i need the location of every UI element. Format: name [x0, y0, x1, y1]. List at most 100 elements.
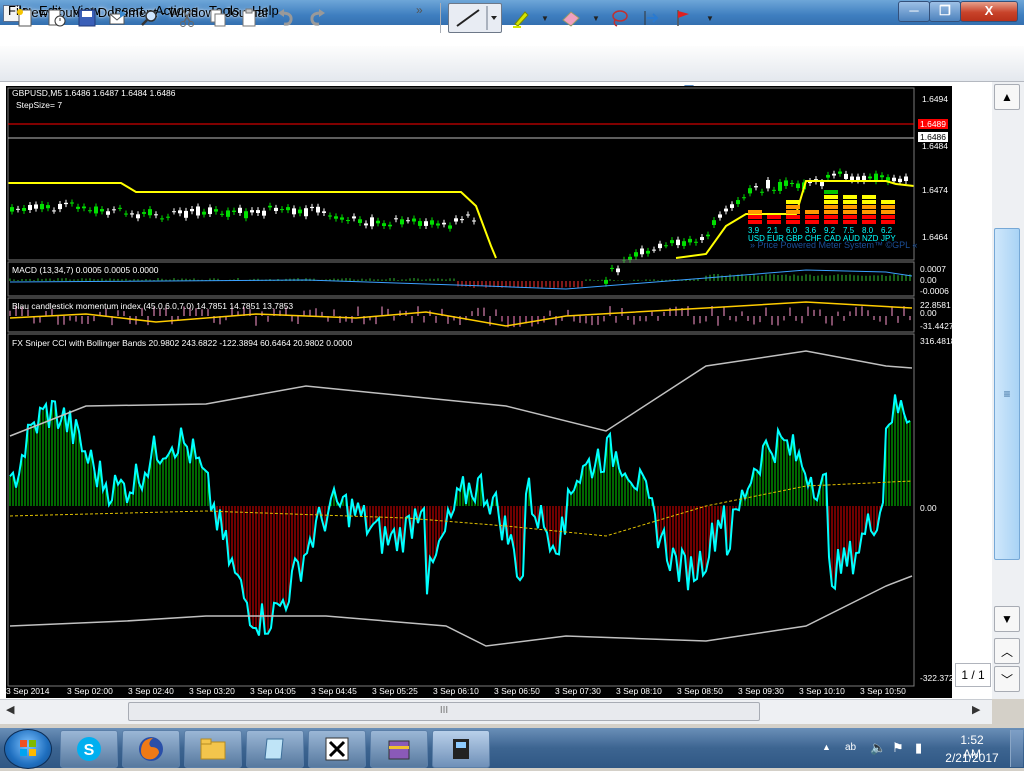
candle-body: [382, 223, 386, 227]
bollinger-upper: [9, 350, 913, 437]
start-button[interactable]: [4, 729, 52, 769]
taskbar-metatrader[interactable]: [432, 730, 490, 768]
cci-tick-3: -322.3726: [920, 673, 959, 683]
highlighter-icon[interactable]: [508, 5, 534, 31]
scroll-down-arrow-icon[interactable]: ▼: [994, 606, 1020, 632]
candle-body: [742, 197, 746, 199]
taskbar-explorer[interactable]: [184, 730, 242, 768]
time-tick: 3 Sep 04:05: [250, 686, 296, 696]
cut-icon[interactable]: [174, 5, 200, 31]
blau-tick-3: -31.4427: [920, 321, 954, 331]
blau-tick-2: 0.00: [920, 308, 937, 318]
new-from-template-icon[interactable]: [43, 5, 69, 31]
candle-body: [466, 214, 470, 216]
maximize-button[interactable]: ❐: [929, 1, 961, 22]
meter-bar-segment: [786, 200, 800, 204]
candle-body: [166, 216, 170, 218]
candle-body: [10, 207, 14, 212]
taskbar-firefox[interactable]: [122, 730, 180, 768]
candle-body: [616, 268, 620, 273]
taskbar-winrar[interactable]: [370, 730, 428, 768]
page-indicator: 1 / 1: [955, 663, 991, 687]
meter-bar-segment: [748, 210, 762, 214]
flag-icon[interactable]: [670, 5, 696, 31]
macd-tick-3: -0.0006: [920, 286, 949, 296]
blau-header: Blau candlestick momentum index (45.0,6.…: [12, 301, 294, 311]
meter-bar-segment: [862, 220, 876, 224]
meter-bar-segment: [881, 205, 895, 209]
candle-body: [70, 202, 74, 204]
candle-body: [604, 279, 608, 284]
candle-body: [88, 210, 92, 212]
scroll-right-arrow-icon[interactable]: ▶: [972, 703, 980, 716]
taskbar-xtrader[interactable]: [308, 730, 366, 768]
cci-header: FX Sniper CCI with Bollinger Bands 20.98…: [12, 338, 353, 348]
archive-icon: [388, 740, 410, 760]
find-icon[interactable]: [136, 5, 162, 31]
candle-body: [40, 204, 44, 210]
candle-body: [460, 219, 464, 221]
highlighter-dropdown[interactable]: ▼: [541, 14, 549, 23]
trader-icon: [453, 739, 469, 759]
meter-bar-segment: [843, 215, 857, 219]
candle-body: [718, 214, 722, 218]
copy-icon[interactable]: [205, 5, 231, 31]
show-desktop-button[interactable]: [1010, 730, 1023, 767]
clock-date[interactable]: 2/21/2017: [944, 751, 1000, 765]
candle-body: [736, 200, 740, 205]
action-center-icon[interactable]: ⚑: [892, 740, 904, 756]
candle-body: [346, 220, 350, 222]
time-tick: 3 Sep 02:00: [67, 686, 113, 696]
trading-chart-image: GBPUSD,M5 1.6486 1.6487 1.6484 1.6486 St…: [6, 86, 958, 698]
candle-body: [100, 209, 104, 212]
toolbar-overflow-chevron[interactable]: »: [416, 3, 423, 17]
minimize-button[interactable]: ─: [898, 1, 930, 22]
vertical-scroll-thumb[interactable]: ≡: [994, 228, 1020, 560]
candle-body: [232, 210, 236, 212]
meter-bar-segment: [824, 210, 838, 214]
meter-bar-segment: [786, 220, 800, 224]
eraser-dropdown[interactable]: ▼: [592, 14, 600, 23]
taskbar-skype[interactable]: S: [60, 730, 118, 768]
candle-body: [268, 205, 272, 208]
paste-icon[interactable]: [236, 5, 262, 31]
network-icon[interactable]: ▮: [915, 740, 922, 756]
previous-page-icon[interactable]: ︿: [994, 638, 1020, 664]
toolbar: [0, 46, 1024, 82]
candle-body: [220, 213, 224, 215]
new-note-icon[interactable]: [12, 5, 38, 31]
flag-dropdown[interactable]: ▼: [706, 14, 714, 23]
candle-body: [16, 208, 20, 210]
svg-text:S: S: [84, 742, 95, 759]
candle-body: [34, 204, 38, 209]
candle-body: [364, 223, 368, 226]
meter-bar-segment: [767, 215, 781, 219]
meter-bar-segment: [862, 205, 876, 209]
volume-icon[interactable]: 🔈: [870, 740, 886, 756]
candle-body: [76, 206, 80, 209]
scroll-up-arrow-icon[interactable]: ▲: [994, 84, 1020, 110]
horizontal-scroll-thumb[interactable]: III: [128, 702, 760, 721]
send-email-icon[interactable]: [105, 5, 131, 31]
save-icon[interactable]: [74, 5, 100, 31]
tray-language[interactable]: ab: [845, 742, 856, 753]
next-page-icon[interactable]: ﹀: [994, 666, 1020, 692]
pen-tool-button[interactable]: [448, 3, 502, 33]
tray-expand-icon[interactable]: ▲: [822, 742, 831, 752]
taskbar-journal[interactable]: [246, 730, 304, 768]
scroll-left-arrow-icon[interactable]: ◀: [6, 703, 14, 716]
candle-body: [46, 205, 50, 209]
candle-body: [472, 220, 476, 222]
candle-body: [328, 215, 332, 217]
meter-bar-segment: [843, 205, 857, 209]
redo-icon[interactable]: [304, 5, 330, 31]
lasso-select-icon[interactable]: [606, 5, 632, 31]
insert-space-icon[interactable]: [638, 5, 664, 31]
toolbar-separator: [440, 3, 441, 33]
undo-icon[interactable]: [273, 5, 299, 31]
meter-bar-segment: [881, 220, 895, 224]
candle-body: [712, 220, 716, 226]
close-button[interactable]: X: [960, 1, 1018, 22]
eraser-icon[interactable]: [558, 5, 584, 31]
cci-line: [9, 394, 911, 636]
